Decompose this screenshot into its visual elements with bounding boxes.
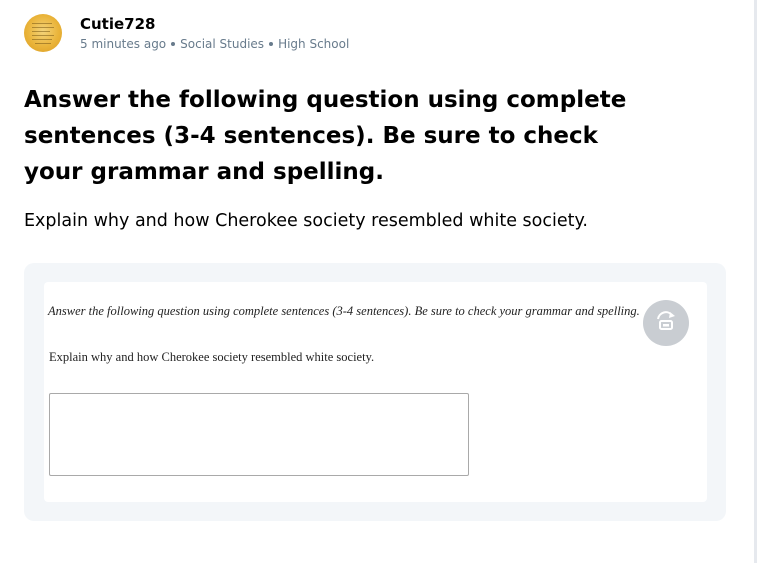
question-meta: 5 minutes ago Social Studies High School <box>80 37 349 51</box>
rotate-icon <box>654 309 678 338</box>
subject-link[interactable]: Social Studies <box>180 37 264 51</box>
attachment-question-text: Explain why and how Cherokee society res… <box>49 350 375 364</box>
question-header: Cutie728 5 minutes ago Social Studies Hi… <box>24 14 349 52</box>
user-info: Cutie728 5 minutes ago Social Studies Hi… <box>80 15 349 51</box>
attachment-instruction-text: Answer the following question using comp… <box>48 304 640 318</box>
avatar[interactable] <box>24 14 62 52</box>
attachment-screenshot: Answer the following question using comp… <box>44 282 707 502</box>
separator-dot <box>171 42 176 46</box>
attachment-image[interactable]: Answer the following question using comp… <box>24 263 726 521</box>
rotate-image-button[interactable] <box>643 300 689 346</box>
attachment-answer-textarea <box>49 393 469 476</box>
level-label: High School <box>278 37 350 51</box>
question-body: Explain why and how Cherokee society res… <box>24 211 588 231</box>
posted-time: 5 minutes ago <box>80 37 167 51</box>
question-title: Answer the following question using comp… <box>24 87 627 185</box>
separator-dot <box>269 42 274 46</box>
username[interactable]: Cutie728 <box>80 15 349 33</box>
